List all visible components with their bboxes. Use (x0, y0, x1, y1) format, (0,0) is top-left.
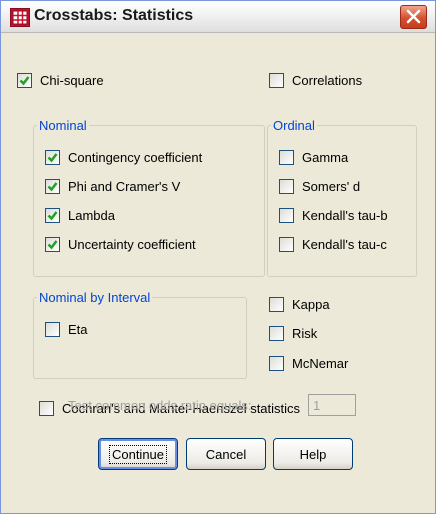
eta-label: Eta (68, 321, 88, 337)
correlations-label: Correlations (292, 72, 363, 88)
gamma-label: Gamma (302, 149, 349, 165)
nominal-group: Nominal Contingency coefficient Phi and … (33, 118, 265, 277)
mcnemar-checkbox[interactable]: McNemar (269, 354, 348, 372)
mcnemar-label: McNemar (292, 355, 349, 371)
kappa-checkbox[interactable]: Kappa (269, 295, 330, 313)
continue-button-label: Continue (108, 445, 168, 464)
uncertainty-coefficient-label: Uncertainty coefficient (68, 236, 196, 252)
continue-button[interactable]: Continue (98, 438, 178, 470)
close-button[interactable] (400, 5, 427, 29)
ordinal-group: Ordinal Gamma Somers' d Kendall's tau-b … (267, 118, 417, 277)
help-button[interactable]: Help (273, 438, 353, 470)
ordinal-title: Ordinal (271, 118, 317, 133)
title-bar[interactable]: Crosstabs: Statistics (1, 1, 435, 33)
phi-cramers-v-checkbox[interactable]: Phi and Cramer's V (45, 177, 180, 195)
somers-d-label: Somers' d (302, 178, 361, 194)
chi-square-checkbox[interactable]: Chi-square (17, 71, 104, 89)
window-title: Crosstabs: Statistics (34, 7, 194, 24)
chi-square-label: Chi-square (40, 72, 104, 88)
crosstabs-statistics-window: Crosstabs: Statistics Chi-square Correla… (0, 0, 436, 514)
kendalls-tau-c-checkbox[interactable]: Kendall's tau-c (279, 235, 387, 253)
dialog-body: Chi-square Correlations Nominal Continge… (1, 33, 435, 513)
kendalls-tau-b-label: Kendall's tau-b (302, 207, 388, 223)
phi-cramers-v-label: Phi and Cramer's V (68, 178, 181, 194)
lambda-checkbox[interactable]: Lambda (45, 206, 115, 224)
risk-checkbox[interactable]: Risk (269, 324, 317, 342)
odds-ratio-label: Test common odds ratio equals: (68, 398, 252, 413)
contingency-coefficient-checkbox[interactable]: Contingency coefficient (45, 148, 202, 166)
nominal-by-interval-title: Nominal by Interval (37, 290, 153, 305)
correlations-checkbox[interactable]: Correlations (269, 71, 362, 89)
table-icon (10, 8, 30, 27)
kappa-label: Kappa (292, 296, 330, 312)
risk-label: Risk (292, 325, 318, 341)
lambda-label: Lambda (68, 207, 115, 223)
gamma-checkbox[interactable]: Gamma (279, 148, 348, 166)
odds-ratio-input[interactable] (308, 394, 356, 416)
somers-d-checkbox[interactable]: Somers' d (279, 177, 360, 195)
nominal-title: Nominal (37, 118, 89, 133)
nominal-by-interval-group: Nominal by Interval Eta (33, 290, 247, 379)
contingency-coefficient-label: Contingency coefficient (68, 149, 203, 165)
uncertainty-coefficient-checkbox[interactable]: Uncertainty coefficient (45, 235, 196, 253)
cancel-button[interactable]: Cancel (186, 438, 266, 470)
kendalls-tau-b-checkbox[interactable]: Kendall's tau-b (279, 206, 388, 224)
eta-checkbox[interactable]: Eta (45, 320, 88, 338)
kendalls-tau-c-label: Kendall's tau-c (302, 236, 387, 252)
close-icon (406, 9, 421, 24)
